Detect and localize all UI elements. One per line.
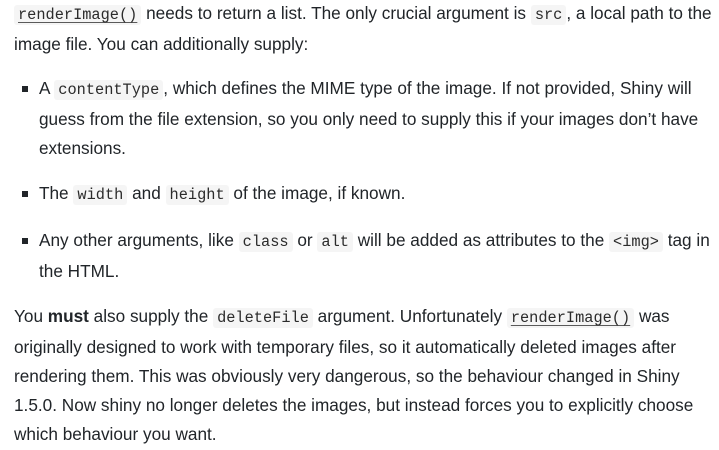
document-body: renderImage() needs to return a list. Th…	[14, 0, 714, 449]
item3-text-2: or	[292, 230, 318, 250]
contenttype-code: contentType	[54, 80, 164, 100]
para2-text-2: also supply the	[88, 306, 214, 326]
deletefile-code: deleteFile	[213, 308, 313, 328]
item2-text-1: The	[39, 183, 74, 203]
para2-text-1: You	[14, 306, 48, 326]
must-emphasis: must	[47, 306, 89, 326]
bullet-icon	[22, 191, 28, 197]
height-code: height	[165, 185, 229, 205]
renderimage-link-2[interactable]: renderImage()	[506, 306, 635, 328]
para2-text-3: argument. Unfortunately	[312, 306, 507, 326]
width-code: width	[73, 185, 128, 205]
renderimage-link[interactable]: renderImage()	[14, 3, 142, 25]
renderimage-code-2: renderImage()	[506, 308, 635, 328]
item2-text-2: and	[127, 183, 166, 203]
item3-text-1: Any other arguments, like	[39, 230, 239, 250]
deletefile-paragraph: You must also supply the deleteFile argu…	[14, 302, 714, 449]
argument-list: A contentType, which defines the MIME ty…	[14, 74, 714, 286]
item1-text-1: A	[39, 78, 55, 98]
item3-text-3: will be added as attributes to the	[352, 230, 610, 250]
item2-text-3: of the image, if known.	[228, 183, 406, 203]
class-code: class	[238, 232, 293, 252]
img-tag-code: <img>	[609, 232, 663, 252]
bullet-icon	[22, 86, 28, 92]
list-item-width-height: The width and height of the image, if kn…	[14, 179, 714, 210]
bullet-icon	[22, 238, 28, 244]
list-item-other-arguments: Any other arguments, like class or alt w…	[14, 226, 714, 286]
list-item-content-type: A contentType, which defines the MIME ty…	[14, 74, 714, 163]
alt-code: alt	[317, 232, 353, 252]
intro-paragraph: renderImage() needs to return a list. Th…	[14, 0, 714, 59]
renderimage-code: renderImage()	[14, 5, 142, 25]
src-code: src	[530, 5, 567, 25]
intro-text-1: needs to return a list. The only crucial…	[141, 3, 531, 23]
